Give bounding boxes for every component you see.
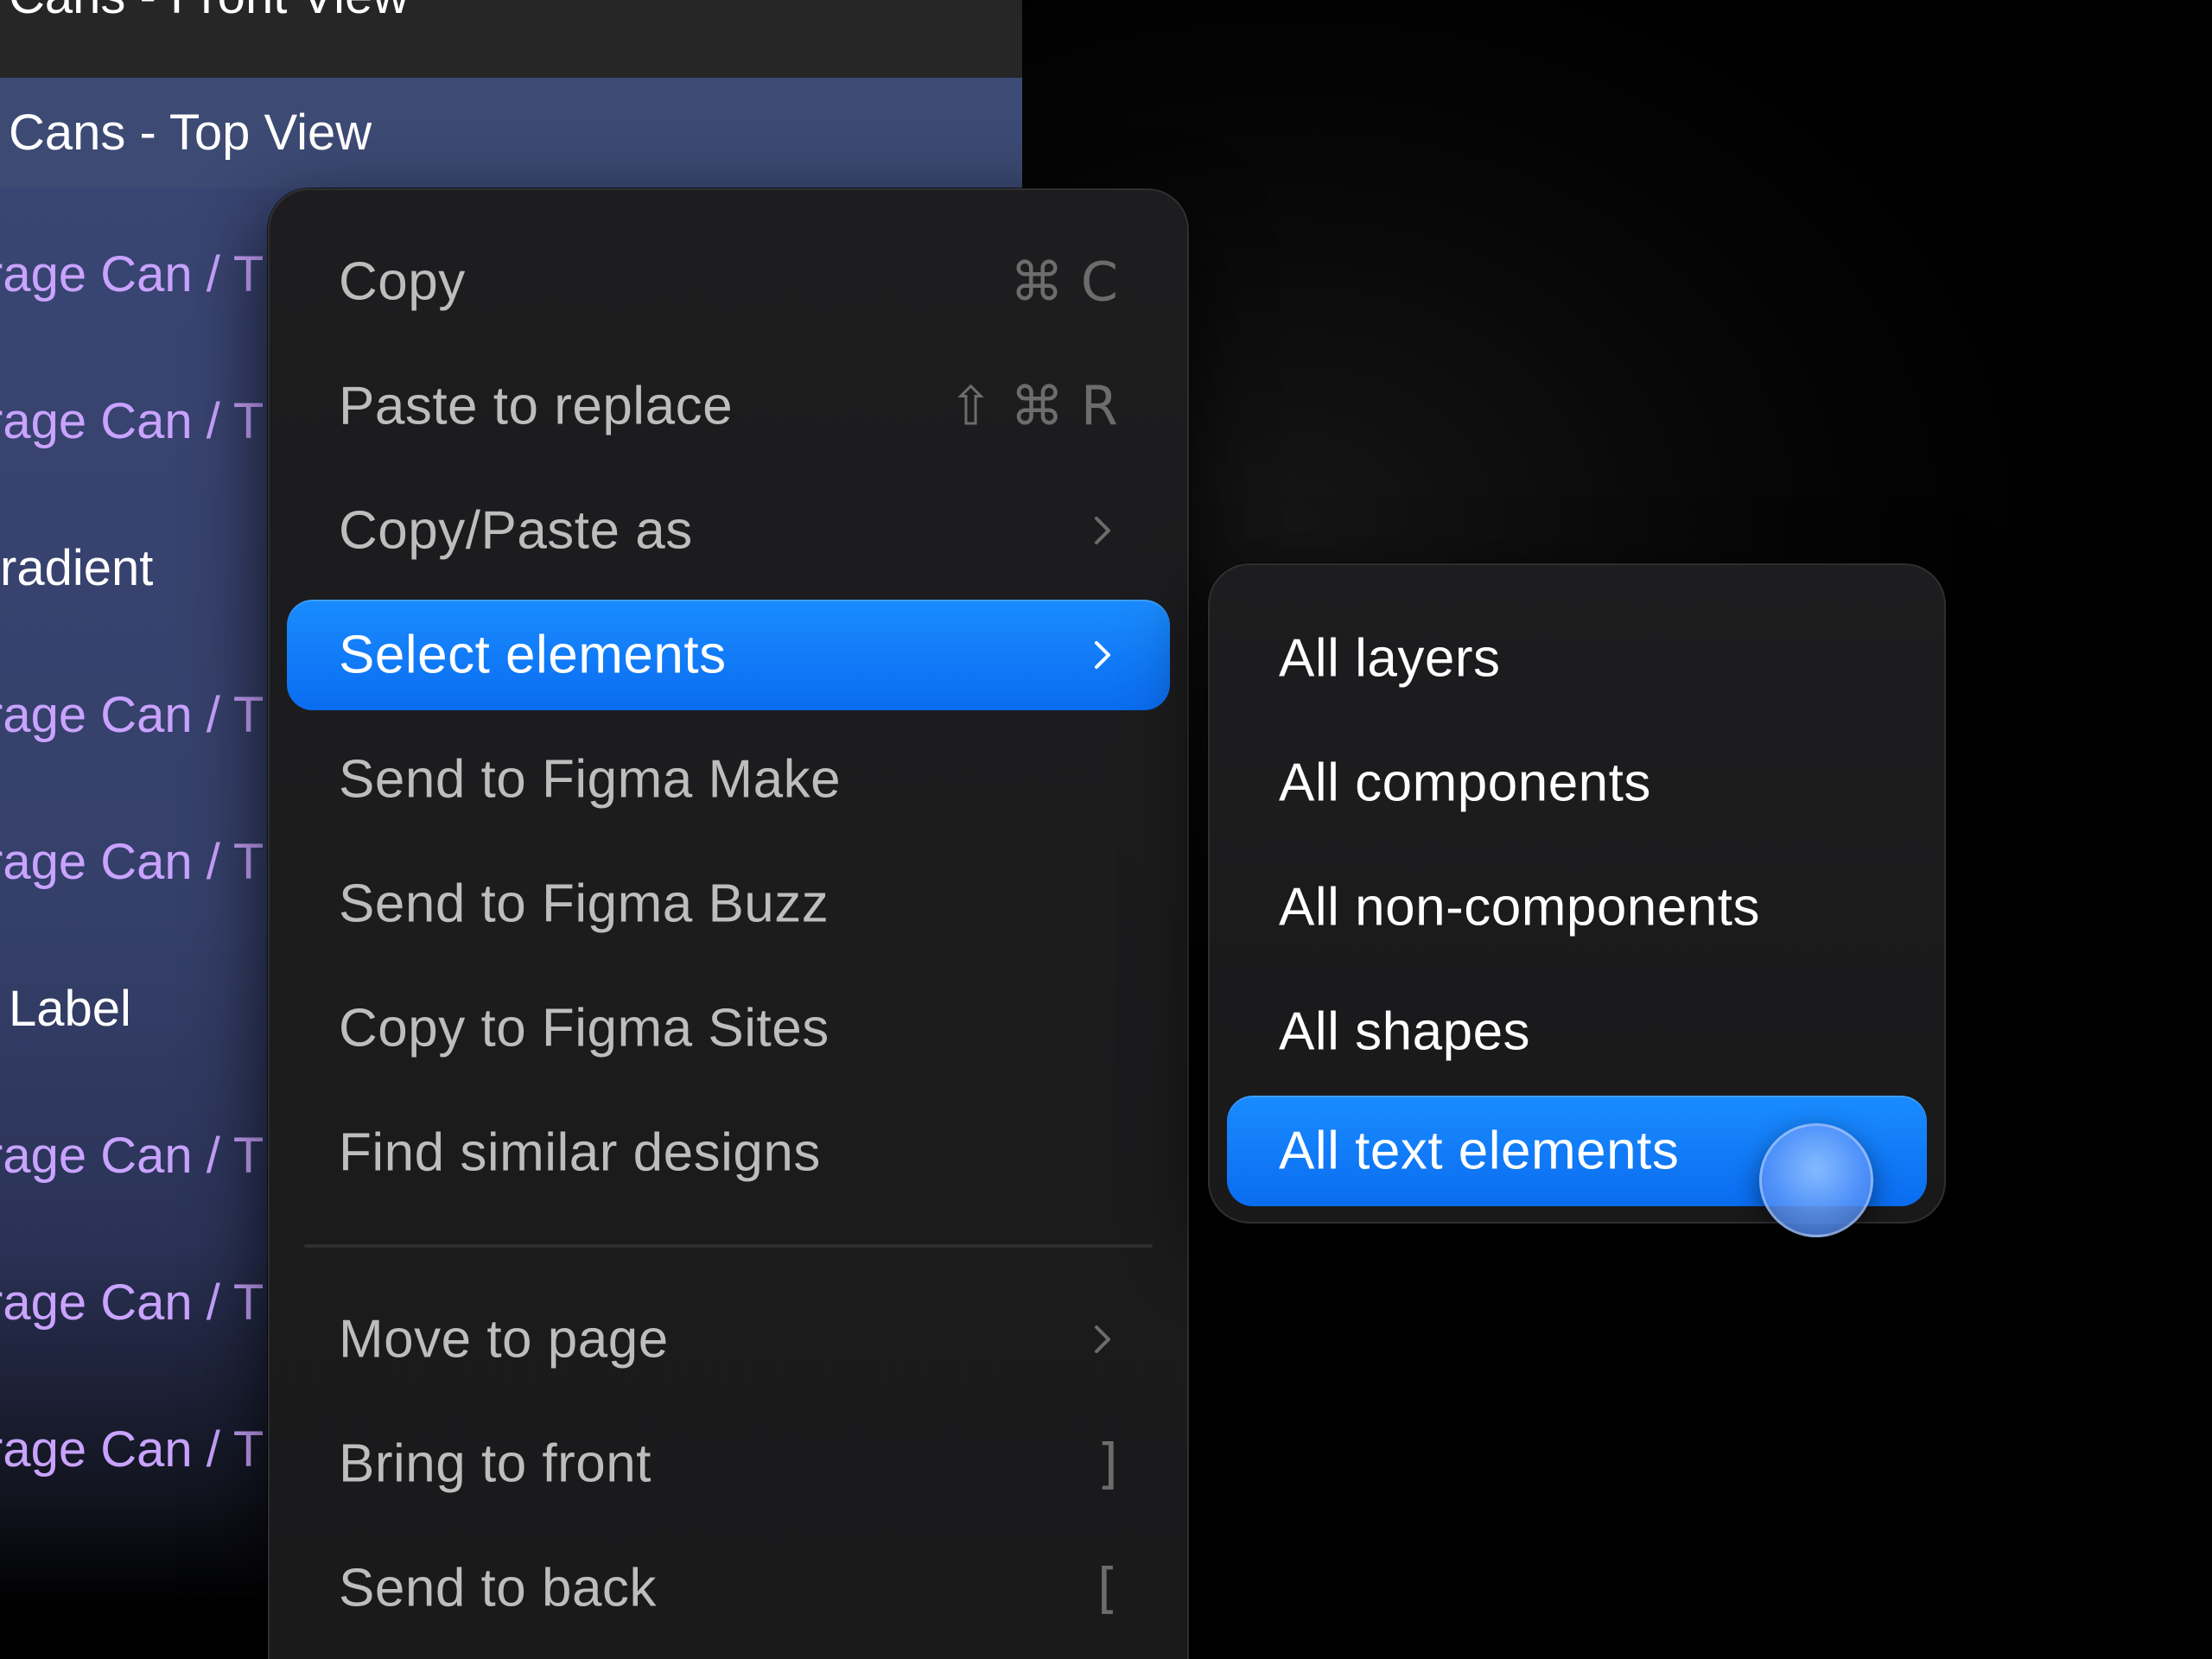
- submenu-item-all-non-components[interactable]: All non-components: [1227, 852, 1927, 963]
- layer-row-label: rage Can / T: [0, 393, 264, 449]
- layer-row-label: Cans - Top View: [9, 105, 372, 161]
- menu-item-label: All text elements: [1279, 1121, 1680, 1181]
- submenu-item-all-components[interactable]: All components: [1227, 728, 1927, 838]
- menu-item-send-to-figma-buzz[interactable]: Send to Figma Buzz: [287, 849, 1170, 959]
- menu-item-copy-to-figma-sites[interactable]: Copy to Figma Sites: [287, 973, 1170, 1084]
- layer-row-label: rage Can / T: [0, 1274, 264, 1331]
- layer-row-cans-front-view[interactable]: Cans - Front View: [0, 0, 1022, 78]
- menu-item-bring-to-front[interactable]: Bring to front]: [287, 1408, 1170, 1519]
- layer-row-label: Cans - Front View: [9, 0, 409, 25]
- chevron-right-icon: [1095, 517, 1110, 544]
- menu-item-label: Copy/Paste as: [339, 500, 693, 561]
- chevron-right-icon: [1095, 1325, 1110, 1353]
- shortcut-hint: ⇧ ⌘ R: [948, 374, 1118, 438]
- menu-item-label: Send to back: [339, 1558, 657, 1618]
- layer-row-label: rage Can / T: [0, 834, 264, 890]
- touch-cursor: [1759, 1123, 1873, 1237]
- menu-item-copy[interactable]: Copy ⌘ C: [287, 226, 1170, 337]
- shortcut-hint: [: [1096, 1556, 1118, 1620]
- submenu-item-all-layers[interactable]: All layers: [1227, 603, 1927, 714]
- layer-row-label: Label: [9, 981, 131, 1037]
- menu-item-label: Copy to Figma Sites: [339, 998, 830, 1058]
- menu-item-copy-paste-as[interactable]: Copy/Paste as: [287, 475, 1170, 586]
- menu-item-paste-to-replace[interactable]: Paste to replace ⇧ ⌘ R: [287, 351, 1170, 461]
- figma-canvas: Cans - Front View Cans - Top View rage C…: [0, 0, 2212, 1659]
- menu-item-label: Copy: [339, 251, 466, 312]
- menu-item-label: All non-components: [1279, 877, 1760, 938]
- menu-item-label: All layers: [1279, 628, 1501, 689]
- submenu-item-all-shapes[interactable]: All shapes: [1227, 976, 1927, 1087]
- shortcut-hint: ⌘ C: [1010, 250, 1118, 314]
- menu-item-label: Move to page: [339, 1309, 669, 1370]
- select-elements-submenu: All layers All components All non-componen…: [1208, 563, 1946, 1224]
- menu-item-select-elements[interactable]: Select elements: [287, 600, 1170, 710]
- menu-item-label: Paste to replace: [339, 376, 734, 436]
- menu-item-label: Send to Figma Buzz: [339, 874, 830, 934]
- layer-row-label: radient: [0, 540, 154, 596]
- menu-item-label: Select elements: [339, 625, 727, 685]
- menu-item-label: Send to Figma Make: [339, 749, 842, 810]
- menu-item-label: All components: [1279, 753, 1651, 813]
- layer-row-label: rage Can / T: [0, 687, 264, 743]
- layer-row-label: rage Can / T: [0, 246, 264, 302]
- layer-row-cans-top-view[interactable]: Cans - Top View: [0, 78, 1022, 188]
- layer-row-label: rage Can / T: [0, 1421, 264, 1478]
- menu-separator: [304, 1244, 1153, 1248]
- menu-item-label: Find similar designs: [339, 1122, 821, 1183]
- shortcut-hint: ]: [1096, 1432, 1118, 1496]
- layer-row-label: rage Can / T: [0, 1128, 264, 1184]
- menu-item-label: All shapes: [1279, 1001, 1531, 1062]
- menu-item-label: Bring to front: [339, 1433, 652, 1494]
- chevron-right-icon: [1095, 641, 1110, 669]
- menu-item-move-to-page[interactable]: Move to page: [287, 1284, 1170, 1395]
- menu-item-send-to-back[interactable]: Send to back [: [287, 1533, 1170, 1643]
- context-menu: Copy ⌘ C Paste to replace ⇧ ⌘ R Copy/Paste a…: [268, 188, 1189, 1659]
- menu-item-find-similar-designs[interactable]: Find similar designs: [287, 1097, 1170, 1208]
- menu-item-send-to-figma-make[interactable]: Send to Figma Make: [287, 724, 1170, 835]
